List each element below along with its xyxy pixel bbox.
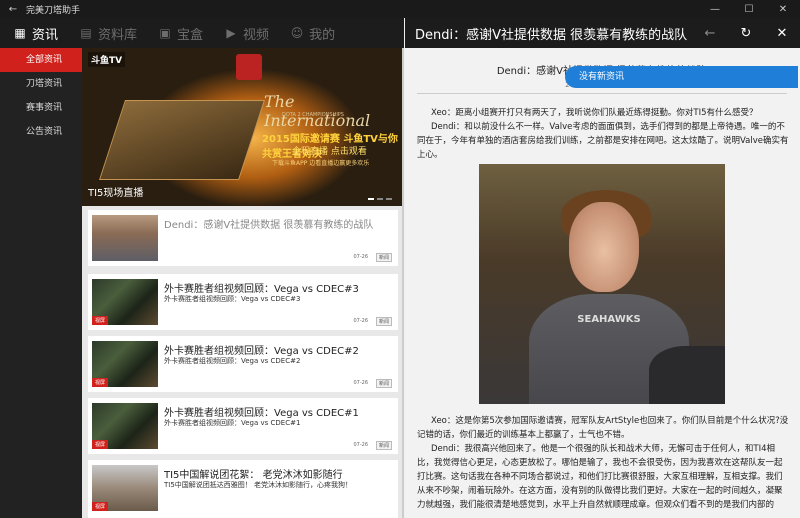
tab-database[interactable]: ▤ 资料库 — [78, 18, 137, 48]
tab-box-label: 宝盒 — [177, 27, 204, 43]
database-icon: ▤ — [80, 26, 92, 40]
close-icon[interactable]: ✕ — [766, 4, 800, 15]
dota-logo-icon — [236, 54, 262, 80]
news-subtitle: 外卡赛胜者组视频回顾：Vega vs CDEC#2 — [164, 357, 301, 365]
news-title: 外卡赛胜者组视频回顾：Vega vs CDEC#1 — [164, 408, 359, 419]
sidebar-item-dota-news[interactable]: 刀塔资讯 — [0, 72, 82, 96]
close-icon[interactable]: ✕ — [764, 26, 800, 41]
news-title: TI5中国解说团花絮： 老党沐沐如影随行 — [164, 470, 343, 481]
pager-dot[interactable] — [368, 198, 374, 200]
video-tag: 视屏 — [92, 502, 109, 511]
article-paragraph: Xeo：距离小组赛开打只有两天了，我听说你们队最近练得挺勤。你对TI5有什么感受… — [431, 108, 758, 118]
video-tag: 视屏 — [92, 316, 109, 325]
article-paragraph: Dendi：和以前没什么不一样。Valve考虑的面面俱到，选手们得到的都是上帝待… — [417, 122, 789, 160]
main-nav: ▦ 资讯 ▤ 资料库 ▣ 宝盒 ▶ 视频 ☺ 我的 — [0, 18, 404, 48]
news-thumbnail — [92, 215, 158, 261]
photo-shirt-text: SEAHAWKS — [577, 314, 641, 325]
tab-mine-label: 我的 — [309, 27, 336, 43]
maximize-icon[interactable]: ☐ — [732, 4, 766, 15]
news-title: Dendi：感谢V社提供数据 很羡慕有教练的战队 — [164, 220, 374, 231]
news-subtitle: TI5中国解说团抵达西雅图！ 老党沐沐如影随行，心疼我狗！ — [164, 481, 353, 489]
pager-dot[interactable] — [386, 198, 392, 200]
banner-book-image — [99, 100, 265, 180]
box-icon: ▣ — [159, 26, 171, 40]
news-card[interactable]: 视屏 外卡赛胜者组视频回顾：Vega vs CDEC#3 外卡赛胜者组视频回顾：… — [88, 274, 398, 330]
article-photo: SEAHAWKS — [479, 164, 725, 404]
tab-box[interactable]: ▣ 宝盒 — [157, 18, 203, 48]
news-badge: 新闻 — [375, 441, 392, 450]
news-subtitle: 外卡赛胜者组视频回顾：Vega vs CDEC#1 — [164, 419, 301, 427]
minimize-icon[interactable]: — — [698, 4, 732, 15]
tab-news-label: 资讯 — [32, 27, 59, 43]
article-header-title: Dendi：感谢V社提供数据 很羡慕有教练的战队 — [415, 27, 688, 43]
news-thumbnail: 视屏 — [92, 465, 158, 511]
news-card[interactable]: Dendi：感谢V社提供数据 很羡慕有教练的战队 07-26 新闻 — [88, 210, 398, 266]
banner-event-title: The International — [264, 92, 371, 130]
news-title: 外卡赛胜者组视频回顾：Vega vs CDEC#3 — [164, 284, 359, 295]
news-subtitle: 外卡赛胜者组视频回顾：Vega vs CDEC#3 — [164, 295, 301, 303]
banner-event-subtitle: DOTA 2 CHAMPIONSHIPS — [282, 112, 344, 118]
category-sidebar: 全部资讯 刀塔资讯 赛事资讯 公告资讯 — [0, 48, 82, 518]
news-badge: 新闻 — [375, 379, 392, 388]
article-pane: Dendi：感谢V社提供数据 很羡慕有教练的战队 ← ↻ ✕ Dendi：感谢V… — [405, 18, 800, 518]
window-title: 完美刀塔助手 — [26, 5, 81, 16]
article-body: Dendi：感谢V社提供数据 很羡慕有教练的战队 2015-07-27 来源：Y… — [405, 48, 798, 518]
douyu-logo: 斗鱼TV — [88, 52, 126, 67]
article-paragraph: Xeo：这是你第5次参加国际邀请赛，冠军队友ArtStyle也回来了。你们队目前… — [417, 416, 789, 440]
article-divider — [417, 93, 787, 94]
banner-caption: TI5现场直播 — [88, 188, 144, 199]
news-card[interactable]: 视屏 外卡赛胜者组视频回顾：Vega vs CDEC#2 外卡赛胜者组视频回顾：… — [88, 336, 398, 392]
news-thumbnail: 视屏 — [92, 279, 158, 325]
photo-face — [569, 202, 639, 292]
news-date: 07-26 — [353, 254, 368, 260]
video-icon: ▶ — [226, 26, 236, 40]
sidebar-item-announcement-news[interactable]: 公告资讯 — [0, 120, 82, 144]
news-badge: 新闻 — [375, 317, 392, 326]
pager-dot[interactable] — [377, 198, 383, 200]
news-card[interactable]: 视屏 外卡赛胜者组视频回顾：Vega vs CDEC#1 外卡赛胜者组视频回顾：… — [88, 398, 398, 454]
article-header: Dendi：感谢V社提供数据 很羡慕有教练的战队 ← ↻ ✕ — [405, 18, 800, 48]
tab-news[interactable]: ▦ 资讯 — [12, 18, 58, 48]
news-list-scrollbar[interactable] — [402, 48, 404, 518]
video-tag: 视屏 — [92, 378, 109, 387]
news-thumbnail: 视屏 — [92, 341, 158, 387]
news-badge: 新闻 — [375, 253, 392, 262]
news-card[interactable]: 视屏 TI5中国解说团花絮： 老党沐沐如影随行 TI5中国解说团抵达西雅图！ 老… — [88, 460, 398, 518]
tab-mine[interactable]: ☺ 我的 — [289, 18, 335, 48]
sidebar-item-all-news[interactable]: 全部资讯 — [0, 48, 82, 72]
photo-table — [649, 346, 725, 404]
refresh-icon[interactable]: ↻ — [728, 26, 764, 41]
banner-pager — [368, 198, 392, 200]
video-tag: 视屏 — [92, 440, 109, 449]
live-banner[interactable]: 斗鱼TV The International DOTA 2 CHAMPIONSH… — [82, 48, 404, 206]
window-titlebar: ← 完美刀塔助手 — ☐ ✕ — [0, 0, 800, 18]
news-list-pane: 斗鱼TV The International DOTA 2 CHAMPIONSH… — [82, 48, 404, 518]
back-arrow-icon[interactable]: ← — [0, 4, 26, 15]
banner-tagline-3: 下载斗鱼APP 边看直播边赢更多欢乐 — [272, 160, 370, 167]
tab-database-label: 资料库 — [98, 27, 138, 43]
banner-tagline-2: 全程直播 点击观看 — [292, 147, 367, 157]
no-new-news-toast: 没有新资讯 — [565, 66, 798, 88]
news-date: 07-26 — [353, 442, 368, 448]
article-paragraph: Dendi：我很高兴他回来了。他是一个很强的队长和战术大师，无懈可击于任何人，和… — [417, 444, 783, 510]
tab-video-label: 视频 — [243, 27, 270, 43]
back-arrow-icon[interactable]: ← — [692, 26, 728, 41]
news-icon: ▦ — [14, 26, 26, 40]
user-icon: ☺ — [290, 26, 304, 40]
news-title: 外卡赛胜者组视频回顾：Vega vs CDEC#2 — [164, 346, 359, 357]
news-date: 07-26 — [353, 380, 368, 386]
news-thumbnail: 视屏 — [92, 403, 158, 449]
news-date: 07-26 — [353, 318, 368, 324]
sidebar-item-event-news[interactable]: 赛事资讯 — [0, 96, 82, 120]
tab-video[interactable]: ▶ 视频 — [223, 18, 269, 48]
